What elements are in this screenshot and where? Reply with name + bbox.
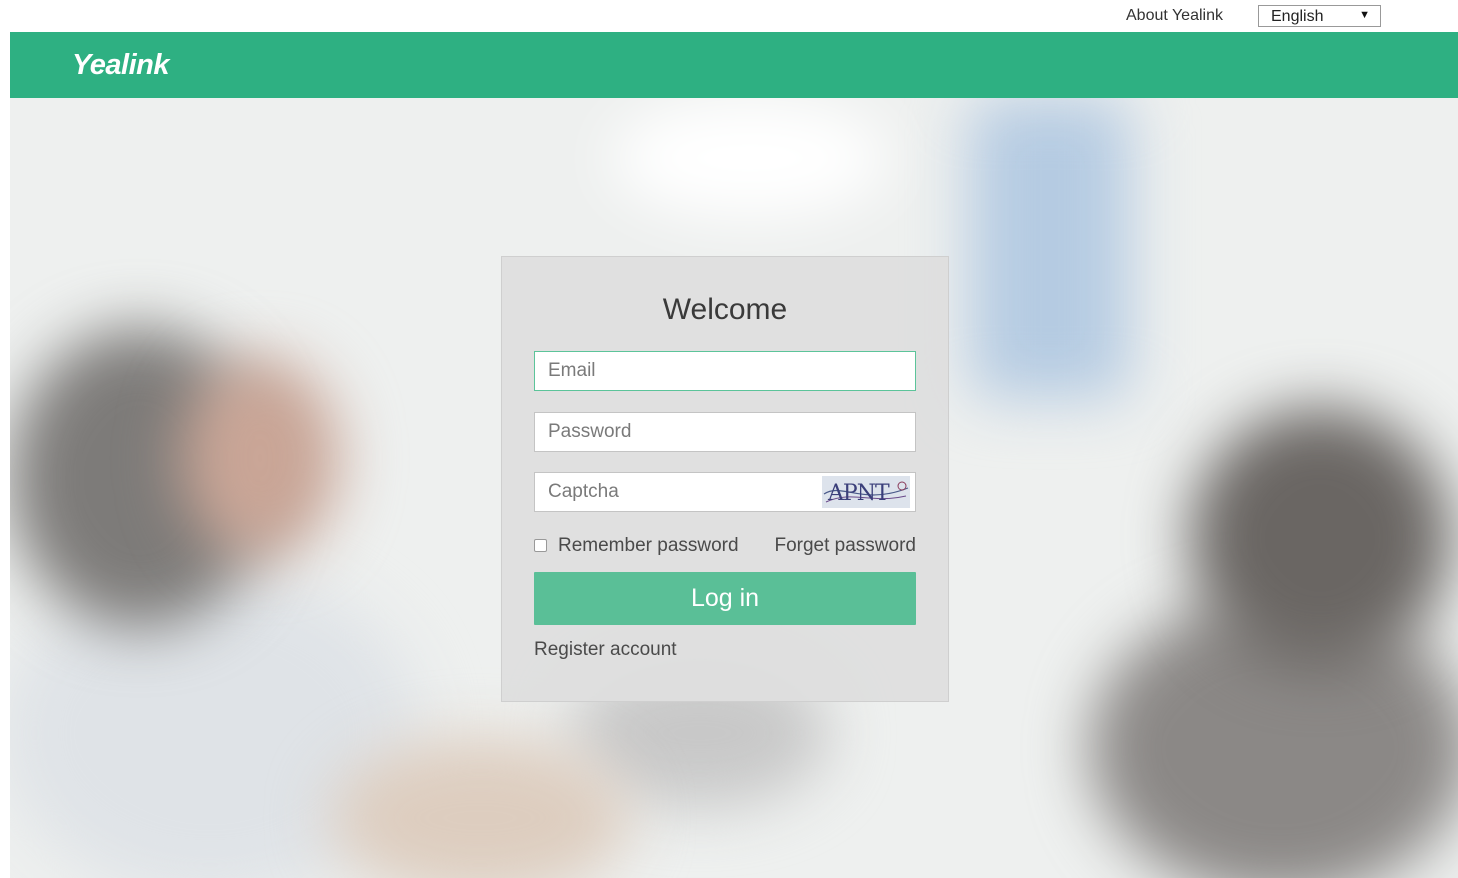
header-bar: Yealink: [10, 32, 1458, 98]
caret-down-icon: ▼: [1359, 9, 1370, 21]
language-selected-value: English: [1271, 8, 1324, 25]
language-select[interactable]: English ▼: [1258, 5, 1381, 27]
register-account-link[interactable]: Register account: [534, 639, 677, 661]
captcha-text: APNT: [827, 481, 890, 506]
password-input[interactable]: [534, 412, 916, 452]
remember-password-label: Remember password: [558, 535, 739, 556]
login-panel: Welcome APNT Remember password Forget pa…: [501, 256, 949, 702]
captcha-image[interactable]: APNT: [822, 476, 910, 508]
email-input[interactable]: [534, 351, 916, 391]
login-button[interactable]: Log in: [534, 572, 916, 625]
about-yealink-link[interactable]: About Yealink: [1126, 7, 1223, 25]
login-options: Remember password Forget password: [534, 533, 916, 559]
forget-password-link[interactable]: Forget password: [774, 535, 916, 557]
welcome-title: Welcome: [662, 293, 788, 326]
top-utility-bar: About Yealink English ▼: [0, 0, 1458, 32]
remember-password-checkbox[interactable]: [534, 539, 547, 552]
yealink-logo: Yealink: [72, 49, 169, 81]
